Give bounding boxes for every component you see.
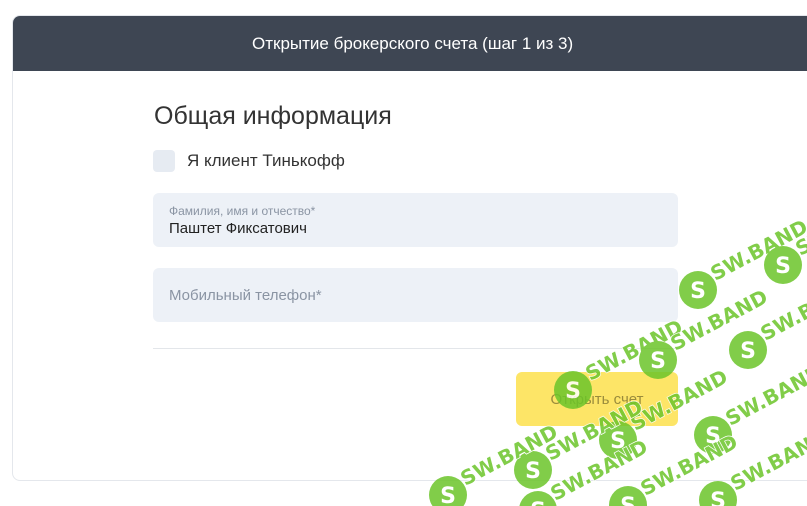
open-account-button[interactable]: Открыть счет [516,372,678,426]
watermark-logo-icon [609,486,647,506]
phone-field-placeholder: Мобильный телефон* [169,286,322,304]
client-checkbox[interactable] [153,150,175,172]
card-header: Открытие брокерского счета (шаг 1 из 3) [13,16,807,71]
client-checkbox-row[interactable]: Я клиент Тинькофф [153,149,678,173]
section-title: Общая информация [154,102,392,130]
fio-field[interactable]: Фамилия, имя и отчество* Паштет Фиксатов… [153,193,678,247]
general-info-form: Общая информация Я клиент Тинькофф Фамил… [153,71,678,349]
watermark-logo-letter: S [530,499,546,506]
watermark-logo-icon [699,481,737,506]
watermark-logo-letter: S [710,489,726,506]
fio-field-label: Фамилия, имя и отчество* [169,204,316,218]
client-checkbox-label: Я клиент Тинькофф [187,151,345,170]
watermark-logo-letter: S [440,484,456,506]
watermark-logo-letter: S [620,494,636,506]
form-divider [153,348,678,349]
page-title: Открытие брокерского счета (шаг 1 из 3) [252,33,574,53]
broker-account-card: Открытие брокерского счета (шаг 1 из 3) … [12,15,807,481]
phone-field[interactable]: Мобильный телефон* [153,268,678,322]
fio-field-value: Паштет Фиксатович [169,220,307,237]
watermark-logo-icon [519,491,557,506]
